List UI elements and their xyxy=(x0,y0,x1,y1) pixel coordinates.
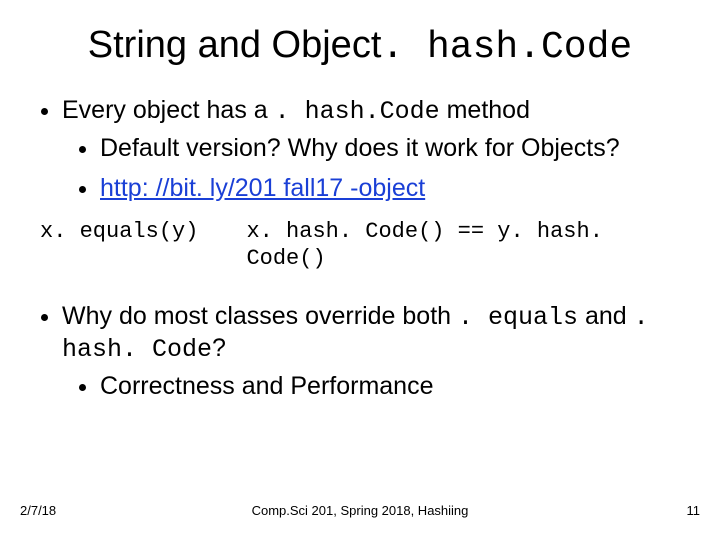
bullet-2a: Correctness and Performance xyxy=(100,371,692,402)
equals-left: x. equals(y) xyxy=(40,218,198,273)
bullet-2-post: ? xyxy=(212,334,226,362)
bullet-list: Every object has a . hash.Code method De… xyxy=(40,95,692,204)
title-text: String and Object xyxy=(88,24,382,66)
bullet-2: Why do most classes override both . equa… xyxy=(62,301,692,403)
bullet-list-2: Why do most classes override both . equa… xyxy=(40,301,692,403)
footer-page-number: 11 xyxy=(687,503,701,518)
bullet-1b: http: //bit. ly/201 fall17 -object xyxy=(100,173,692,204)
bullet-1-post: method xyxy=(440,96,530,124)
bullet-1-sub: Default version? Why does it work for Ob… xyxy=(62,133,692,204)
bullet-2-code1: . equals xyxy=(458,303,578,332)
title-code: . hash.Code xyxy=(381,26,632,69)
bullet-2-sub: Correctness and Performance xyxy=(62,371,692,402)
bitly-link[interactable]: http: //bit. ly/201 fall17 -object xyxy=(100,174,425,202)
bullet-1: Every object has a . hash.Code method De… xyxy=(62,95,692,204)
slide-title: String and Object. hash.Code xyxy=(0,0,720,87)
equals-right: x. hash. Code() == y. hash. Code() xyxy=(246,218,692,273)
slide: String and Object. hash.Code Every objec… xyxy=(0,0,720,540)
bullet-2-pre: Why do most classes override both xyxy=(62,302,458,330)
bullet-1a: Default version? Why does it work for Ob… xyxy=(100,133,692,164)
bullet-2-mid: and xyxy=(578,302,634,330)
footer-center: Comp.Sci 201, Spring 2018, Hashiing xyxy=(0,503,720,518)
bullet-1-pre: Every object has a xyxy=(62,96,275,124)
slide-body: Every object has a . hash.Code method De… xyxy=(0,95,720,403)
equals-implies-line: x. equals(y) x. hash. Code() == y. hash.… xyxy=(40,218,692,273)
bullet-1-code: . hash.Code xyxy=(275,97,440,126)
